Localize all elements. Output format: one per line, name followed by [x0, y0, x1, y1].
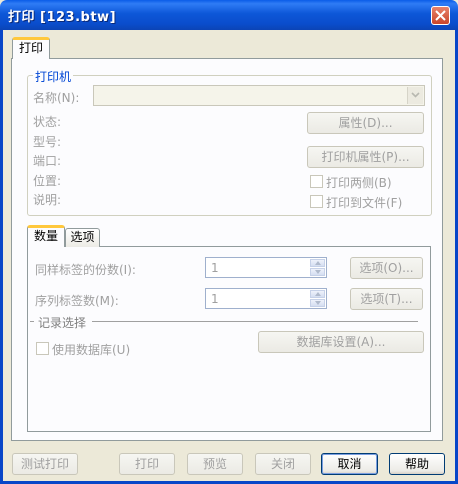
serial-value: 1: [211, 292, 219, 306]
printer-properties-button[interactable]: 打印机属性(P)...: [307, 146, 424, 168]
tab-print[interactable]: 打印: [12, 37, 50, 59]
arrow-down-icon: [315, 270, 321, 274]
copies-spin-up[interactable]: [310, 259, 325, 267]
record-select-legend: 记录选择: [38, 316, 87, 330]
duplex-checkbox[interactable]: [310, 175, 323, 188]
printer-location-label: 位置:: [33, 174, 62, 188]
serial-options-button[interactable]: 选项(T)...: [350, 288, 423, 310]
tab-options[interactable]: 选项: [65, 228, 100, 247]
printer-group-legend: 打印机: [33, 68, 74, 85]
tab-quantity-label: 数量: [33, 229, 58, 243]
preview-button[interactable]: 预览: [187, 453, 243, 475]
use-database-label: 使用数据库(U): [52, 343, 131, 357]
tab-options-label: 选项: [70, 230, 95, 244]
record-select-line-left: [30, 321, 34, 322]
close-button[interactable]: [431, 6, 450, 25]
help-button[interactable]: 帮助: [389, 453, 445, 475]
window-title: 打印 [123.btw]: [8, 10, 117, 25]
copies-label: 同样标签的份数(I):: [35, 263, 136, 277]
serial-spin-down[interactable]: [310, 299, 325, 307]
print-to-file-checkbox[interactable]: [310, 195, 323, 208]
copies-spin-down[interactable]: [310, 268, 325, 276]
properties-button[interactable]: 属性(D)...: [307, 112, 424, 134]
printer-name-label: 名称(N):: [33, 91, 80, 105]
arrow-down-icon: [315, 301, 321, 305]
copies-options-button[interactable]: 选项(O)...: [350, 257, 423, 279]
window-frame-left: [0, 30, 3, 484]
printer-type-label: 型号:: [33, 135, 62, 149]
title-bar[interactable]: 打印 [123.btw]: [0, 0, 458, 30]
print-button[interactable]: 打印: [119, 453, 175, 475]
serial-spinner[interactable]: 1: [205, 288, 327, 309]
printer-port-label: 端口:: [33, 154, 62, 168]
copies-spinner[interactable]: 1: [205, 257, 327, 278]
test-print-button[interactable]: 测试打印: [12, 453, 78, 475]
record-select-line: [92, 321, 418, 322]
close-dialog-button[interactable]: 关闭: [255, 453, 311, 475]
printer-name-combo[interactable]: [93, 85, 425, 106]
serial-spin-up[interactable]: [310, 290, 325, 298]
printer-comment-label: 说明:: [33, 193, 62, 207]
copies-value: 1: [211, 261, 219, 275]
printer-status-label: 状态:: [33, 115, 62, 129]
tab-join: [13, 57, 49, 59]
close-icon: [435, 10, 446, 21]
tab-print-label: 打印: [18, 41, 43, 55]
arrow-up-icon: [315, 261, 321, 265]
tab-quantity[interactable]: 数量: [27, 225, 65, 247]
use-database-checkbox[interactable]: [36, 342, 49, 355]
inner-tab-join: [28, 245, 64, 247]
database-setup-button[interactable]: 数据库设置(A)...: [258, 331, 424, 353]
arrow-up-icon: [315, 292, 321, 296]
dropdown-arrow[interactable]: [407, 87, 423, 104]
chevron-down-icon: [411, 92, 420, 98]
print-to-file-label: 打印到文件(F): [326, 196, 403, 210]
cancel-button[interactable]: 取消: [321, 453, 378, 475]
serial-label: 序列标签数(M):: [35, 294, 119, 308]
duplex-label: 打印两侧(B): [326, 176, 392, 190]
